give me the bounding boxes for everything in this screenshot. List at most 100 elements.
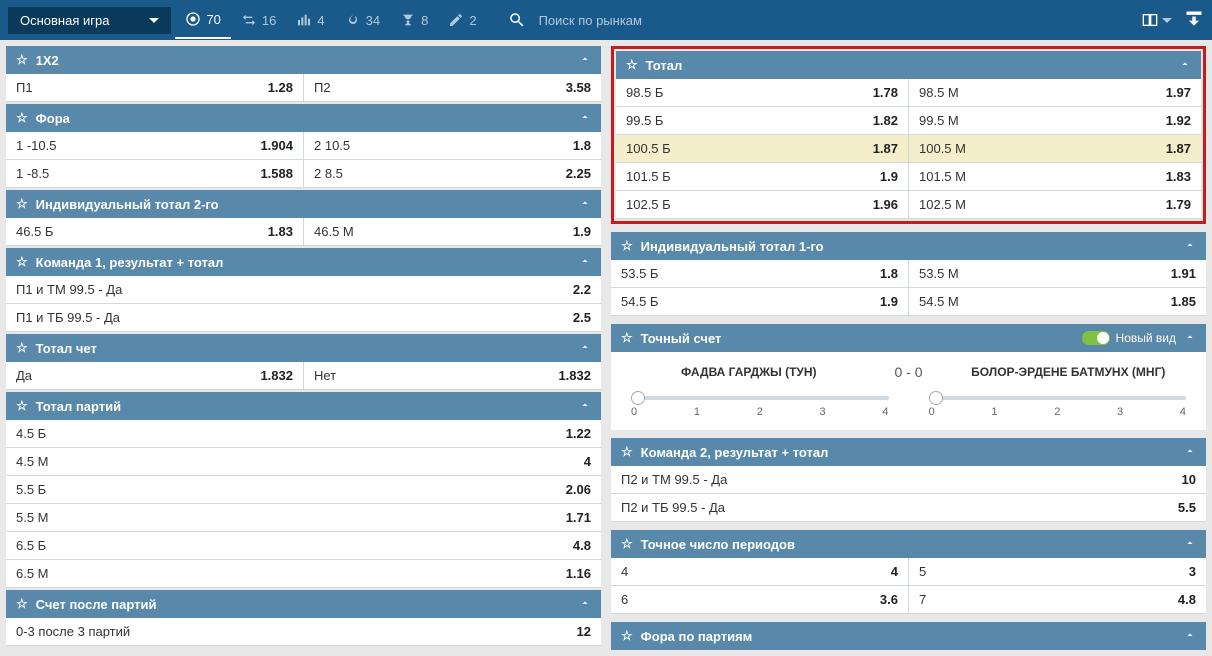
odds-cell[interactable]: 53 [909,558,1206,585]
collapse-icon[interactable] [579,341,591,356]
stat-trophy[interactable]: 8 [390,12,438,28]
bet-odd: 3.6 [880,592,898,607]
odds-cell[interactable]: 4.5 Б1.22 [6,420,601,447]
market-header[interactable]: ☆Тотал [616,51,1201,79]
odds-cell[interactable]: П11.28 [6,74,304,101]
market-title: Индивидуальный тотал 1-го [641,239,1176,254]
odds-cell[interactable]: 4.5 М4 [6,448,601,475]
stat-pencil[interactable]: 2 [438,12,486,28]
odds-cell[interactable]: П2 и ТМ 99.5 - Да10 [611,466,1206,493]
odds-cell[interactable]: 6.5 М1.16 [6,560,601,587]
market-header[interactable]: ☆Точный счетНовый вид [611,324,1206,352]
collapse-icon[interactable] [1184,239,1196,254]
odds-cell[interactable]: Да1.832 [6,362,304,389]
stat-fire[interactable]: 34 [335,12,390,28]
stat-transfer[interactable]: 16 [231,12,286,28]
collapse-icon[interactable] [1184,331,1196,346]
odds-cell[interactable]: 53.5 Б1.8 [611,260,909,287]
odds-cell[interactable]: П2 и ТБ 99.5 - Да5.5 [611,494,1206,521]
odds-row: 53.5 Б1.853.5 М1.91 [611,260,1206,288]
odds-cell[interactable]: 63.6 [611,586,909,613]
collapse-icon[interactable] [579,255,591,270]
market-header[interactable]: ☆Фора [6,104,601,132]
slider-thumb[interactable] [631,391,645,405]
star-icon[interactable]: ☆ [16,398,28,414]
game-dropdown[interactable]: Основная игра [8,7,171,34]
odds-cell[interactable]: 102.5 М1.79 [909,191,1201,218]
market-header[interactable]: ☆ Тотал партий [6,392,601,420]
star-icon[interactable]: ☆ [16,110,28,126]
odds-cell[interactable]: 6.5 Б4.8 [6,532,601,559]
collapse-icon[interactable] [579,399,591,414]
odds-cell[interactable]: 100.5 Б1.87 [616,135,909,162]
layout-icon[interactable] [1140,12,1172,28]
odds-cell[interactable]: 5.5 Б2.06 [6,476,601,503]
star-icon[interactable]: ☆ [621,330,633,346]
odds-cell[interactable]: 1 -8.51.588 [6,160,304,187]
market-title: Тотал партий [36,399,571,414]
market-header[interactable]: ☆Точное число периодов [611,530,1206,558]
star-icon[interactable]: ☆ [16,52,28,68]
score-slider[interactable]: 01234 [929,396,1187,418]
star-icon[interactable]: ☆ [16,596,28,612]
odds-cell[interactable]: 46.5 Б1.83 [6,218,304,245]
view-toggle[interactable]: Новый вид [1082,331,1176,345]
market-header[interactable]: ☆Фора по партиям [611,622,1206,650]
market-header[interactable]: ☆Команда 1, результат + тотал [6,248,601,276]
odds-cell[interactable]: 98.5 М1.97 [909,79,1201,106]
collapse-icon[interactable] [579,111,591,126]
odds-cell[interactable]: 102.5 Б1.96 [616,191,909,218]
odds-cell[interactable]: 99.5 Б1.82 [616,107,909,134]
star-icon[interactable]: ☆ [621,444,633,460]
collapse-icon[interactable] [579,597,591,612]
collapse-icon[interactable] [1184,537,1196,552]
odds-cell[interactable]: 2 10.51.8 [304,132,601,159]
star-icon[interactable]: ☆ [16,340,28,356]
market-header[interactable]: ☆1X2 [6,46,601,74]
odds-cell[interactable]: 2 8.52.25 [304,160,601,187]
collapse-icon[interactable] [579,197,591,212]
odds-cell[interactable]: 44 [611,558,909,585]
odds-cell[interactable]: 46.5 М1.9 [304,218,601,245]
odds-cell[interactable]: 53.5 М1.91 [909,260,1206,287]
slider-thumb[interactable] [929,391,943,405]
stat-target[interactable]: 70 [175,1,230,39]
star-icon[interactable]: ☆ [16,196,28,212]
odds-cell[interactable]: 54.5 М1.85 [909,288,1206,315]
expand-icon[interactable] [1184,9,1204,32]
market-header[interactable]: ☆Тотал чет [6,334,601,362]
market-header[interactable]: ☆Индивидуальный тотал 2-го [6,190,601,218]
odds-cell[interactable]: 100.5 М1.87 [909,135,1201,162]
market-header[interactable]: ☆Команда 2, результат + тотал [611,438,1206,466]
odds-cell[interactable]: Нет1.832 [304,362,601,389]
toggle-switch[interactable] [1082,331,1110,345]
odds-cell[interactable]: 1 -10.51.904 [6,132,304,159]
odds-cell[interactable]: 54.5 Б1.9 [611,288,909,315]
market-block: ☆ Индивидуальный тотал 1-го 53.5 Б1.853.5 … [611,232,1206,316]
odds-cell[interactable]: 99.5 М1.92 [909,107,1201,134]
collapse-icon[interactable] [1179,58,1191,73]
odds-cell[interactable]: 101.5 Б1.9 [616,163,909,190]
odds-cell[interactable]: 0-3 после 3 партий12 [6,618,601,645]
odds-cell[interactable]: 5.5 М1.71 [6,504,601,531]
collapse-icon[interactable] [1184,629,1196,644]
market-header[interactable]: ☆ Индивидуальный тотал 1-го [611,232,1206,260]
market-header[interactable]: ☆Счет после партий [6,590,601,618]
odds-cell[interactable]: 98.5 Б1.78 [616,79,909,106]
collapse-icon[interactable] [579,53,591,68]
odds-cell[interactable]: П23.58 [304,74,601,101]
search-icon[interactable] [503,6,531,34]
star-icon[interactable]: ☆ [621,628,633,644]
collapse-icon[interactable] [1184,445,1196,460]
stat-bars[interactable]: 4 [286,12,334,28]
star-icon[interactable]: ☆ [626,57,638,73]
star-icon[interactable]: ☆ [16,254,28,270]
star-icon[interactable]: ☆ [621,536,633,552]
odds-cell[interactable]: 74.8 [909,586,1206,613]
score-slider[interactable]: 01234 [631,396,889,418]
odds-cell[interactable]: 101.5 М1.83 [909,163,1201,190]
odds-cell[interactable]: П1 и ТМ 99.5 - Да2.2 [6,276,601,303]
search-input[interactable] [539,13,739,28]
odds-cell[interactable]: П1 и ТБ 99.5 - Да2.5 [6,304,601,331]
star-icon[interactable]: ☆ [621,238,633,254]
